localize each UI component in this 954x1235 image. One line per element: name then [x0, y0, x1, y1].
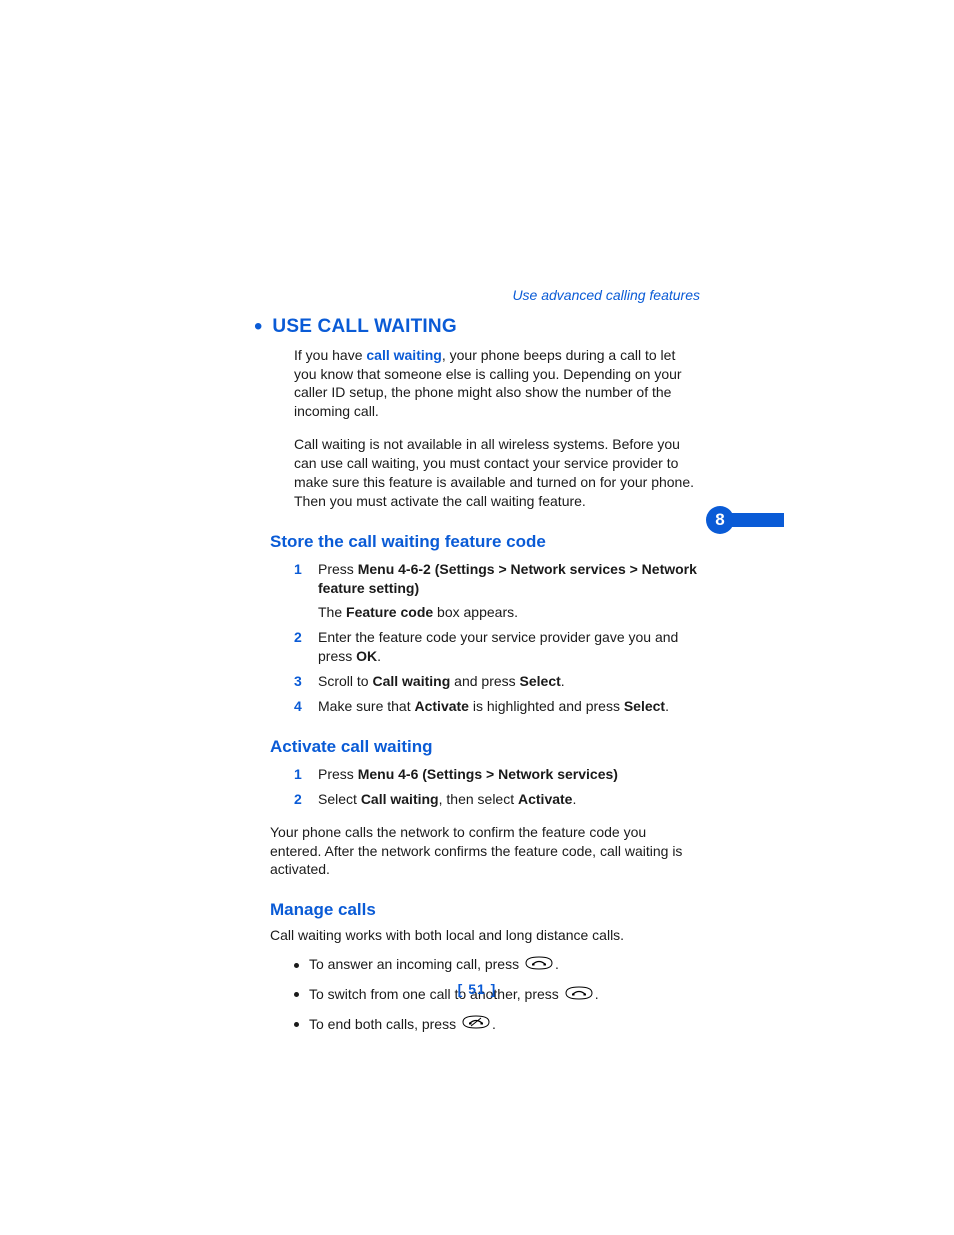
- text: Select: [318, 791, 361, 807]
- chapter-tab: 8: [706, 506, 784, 534]
- list-item: To answer an incoming call, press .: [270, 955, 700, 975]
- end-key-icon: [461, 1015, 491, 1034]
- list-item: To end both calls, press .: [270, 1015, 700, 1035]
- text: .: [555, 956, 559, 972]
- list-item: 1 Press Menu 4-6 (Settings > Network ser…: [270, 765, 700, 784]
- text: .: [561, 673, 565, 689]
- text: Press: [318, 561, 358, 577]
- step-number: 1: [294, 560, 306, 598]
- step-sub-text: The Feature code box appears.: [318, 603, 700, 622]
- talk-key-icon: [524, 956, 554, 975]
- page-number: [ 51 ]: [0, 980, 954, 999]
- chapter-number-badge: 8: [706, 506, 734, 534]
- step-number: 1: [294, 765, 306, 784]
- step-text: Press Menu 4-6 (Settings > Network servi…: [318, 765, 700, 784]
- text: .: [572, 791, 576, 807]
- step-text: Select Call waiting, then select Activat…: [318, 790, 700, 809]
- text: Press: [318, 766, 358, 782]
- step-number: 3: [294, 672, 306, 691]
- running-head: Use advanced calling features: [512, 286, 700, 305]
- list-item: 2 Select Call waiting, then select Activ…: [270, 790, 700, 809]
- text: Scroll to: [318, 673, 372, 689]
- text-bold: Activate: [518, 791, 572, 807]
- text-bold: OK: [356, 648, 377, 664]
- bullet-icon: [294, 963, 299, 968]
- text-bold: Activate: [415, 698, 469, 714]
- call-waiting-term: call waiting: [366, 347, 441, 363]
- text: is highlighted and press: [469, 698, 624, 714]
- text: box appears.: [433, 604, 518, 620]
- bullet-text: To end both calls, press .: [309, 1015, 496, 1035]
- list-item: 1 Press Menu 4-6-2 (Settings > Network s…: [270, 560, 700, 598]
- intro-paragraph-1: If you have call waiting, your phone bee…: [294, 346, 700, 422]
- text-bold: Call waiting: [361, 791, 439, 807]
- store-steps: 1 Press Menu 4-6-2 (Settings > Network s…: [270, 560, 700, 598]
- text-bold: Menu 4-6 (Settings > Network services): [358, 766, 618, 782]
- list-item: 3 Scroll to Call waiting and press Selec…: [270, 672, 700, 691]
- bullet-text: To answer an incoming call, press .: [309, 955, 559, 975]
- text-bold: Call waiting: [372, 673, 450, 689]
- step-text: Scroll to Call waiting and press Select.: [318, 672, 700, 691]
- step-number: 4: [294, 697, 306, 716]
- text: Make sure that: [318, 698, 415, 714]
- text-bold: Select: [624, 698, 665, 714]
- activate-result: Your phone calls the network to confirm …: [270, 823, 700, 880]
- bullet-icon: •: [254, 315, 262, 339]
- text: The: [318, 604, 346, 620]
- list-item: 4 Make sure that Activate is highlighted…: [270, 697, 700, 716]
- heading-manage-calls: Manage calls: [270, 899, 700, 922]
- page: Use advanced calling features 8 • USE CA…: [0, 0, 954, 1235]
- step-text: Press Menu 4-6-2 (Settings > Network ser…: [318, 560, 700, 598]
- heading-store-feature-code: Store the call waiting feature code: [270, 531, 700, 554]
- text: To end both calls, press: [309, 1016, 460, 1032]
- store-steps-cont: 2 Enter the feature code your service pr…: [270, 628, 700, 716]
- text: , then select: [439, 791, 518, 807]
- heading-1: USE CALL WAITING: [272, 314, 456, 340]
- activate-steps: 1 Press Menu 4-6 (Settings > Network ser…: [270, 765, 700, 809]
- intro-paragraph-2: Call waiting is not available in all wir…: [294, 435, 700, 511]
- text: .: [377, 648, 381, 664]
- text: To answer an incoming call, press: [309, 956, 523, 972]
- step-text: Enter the feature code your service prov…: [318, 628, 700, 666]
- step-number: 2: [294, 790, 306, 809]
- text: If you have: [294, 347, 366, 363]
- heading-1-row: • USE CALL WAITING: [254, 314, 700, 340]
- bullet-icon: [294, 1022, 299, 1027]
- step-text: Make sure that Activate is highlighted a…: [318, 697, 700, 716]
- text: .: [665, 698, 669, 714]
- text-bold: Feature code: [346, 604, 433, 620]
- text-bold: Menu 4-6-2 (Settings > Network services …: [318, 561, 697, 596]
- manage-intro: Call waiting works with both local and l…: [270, 926, 700, 945]
- heading-activate-call-waiting: Activate call waiting: [270, 736, 700, 759]
- list-item: 2 Enter the feature code your service pr…: [270, 628, 700, 666]
- text: .: [492, 1016, 496, 1032]
- step-number: 2: [294, 628, 306, 666]
- text: and press: [450, 673, 519, 689]
- text-bold: Select: [520, 673, 561, 689]
- chapter-tab-bar: [726, 513, 784, 527]
